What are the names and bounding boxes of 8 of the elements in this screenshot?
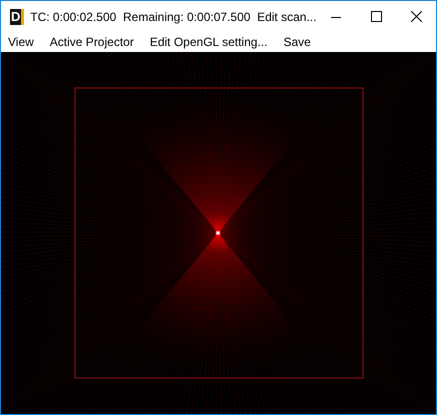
menu-item[interactable]: Save	[276, 35, 318, 49]
menu-item[interactable]: Edit OpenGL setting...	[142, 35, 274, 49]
close-icon	[410, 11, 422, 22]
menu-item[interactable]: Active Projector	[42, 35, 141, 49]
maximize-icon	[370, 11, 382, 22]
window-title: TC: 0:00:02.500 Remaining: 0:00:07.500 Edit scan...	[30, 10, 316, 24]
menu-item[interactable]: View	[1, 35, 41, 49]
app-logo-icon: D	[10, 8, 24, 24]
